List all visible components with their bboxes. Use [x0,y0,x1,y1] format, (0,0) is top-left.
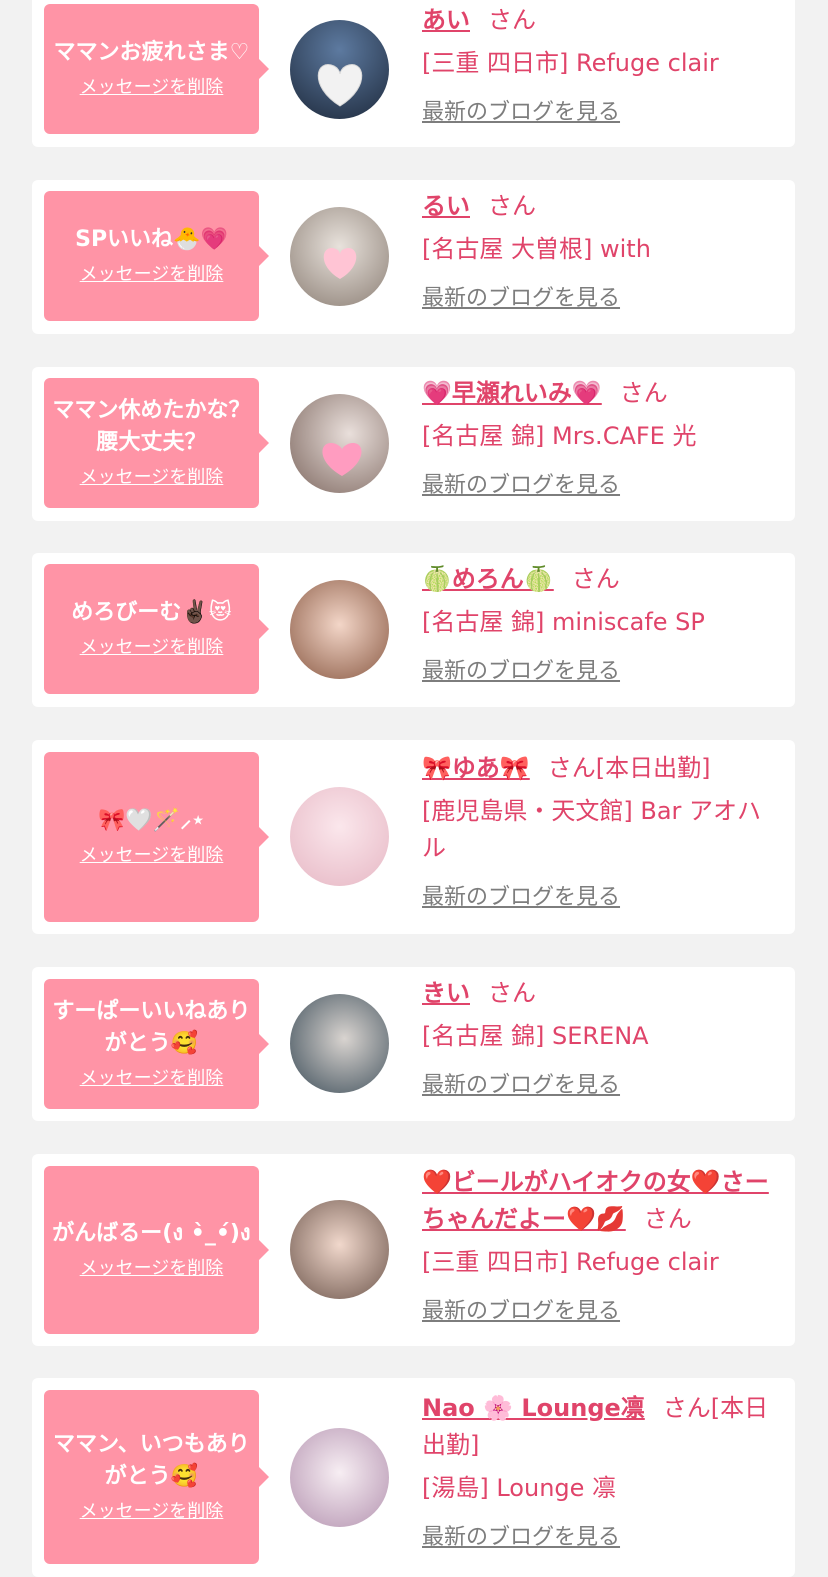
profile-info: Nao 🌸 Lounge凛 さん[本日出勤] [湯島] Lounge 凛 最新のブ… [422,1390,782,1553]
avatar[interactable] [290,787,389,886]
delete-message-link[interactable]: メッセージを削除 [80,1256,224,1282]
shop-name: [湯島] Lounge 凛 [422,1474,617,1502]
delete-message-link[interactable]: メッセージを削除 [80,843,224,869]
shop-name: [三重 四日市] Refuge clair [422,49,719,77]
delete-message-link[interactable]: メッセージを削除 [80,262,224,288]
message-bubble: ママン、いつもありがとう🥰 メッセージを削除 [44,1390,269,1564]
message-bubble: 🎀🤍🪄⸝⋆ メッセージを削除 [44,752,269,922]
profile-info: きい さん [名古屋 錦] SERENA 最新のブログを見る [422,975,782,1101]
message-card: ママン休めたかな？腰大丈夫？ メッセージを削除 💗早瀬れいみ💗 さん [名古屋 錦… [32,367,795,521]
message-card: SPいいね🐣💗 メッセージを削除 るい さん [名古屋 大曽根] with 最新の… [32,180,795,334]
honorific: さん [571,565,620,593]
message-text: SPいいね🐣💗 [75,227,228,252]
message-text: ママン休めたかな？腰大丈夫？ [52,398,251,455]
honorific: さん [488,192,536,220]
message-text: めろびーむ✌🏿😻 [71,600,232,625]
shop-name: [名古屋 大曽根] with [422,235,651,263]
profile-info: ❤️ビールがハイオクの女❤️さーちゃんだよー❤️💋 さん [三重 四日市] Ref… [422,1164,782,1327]
message-text: ママン、いつもありがとう🥰 [53,1432,250,1489]
honorific: さん [488,6,536,34]
avatar[interactable] [290,580,389,679]
delete-message-link[interactable]: メッセージを削除 [80,1499,224,1525]
profile-name-link[interactable]: きい [422,979,470,1007]
profile-name-link[interactable]: 🎀ゆあ🎀 [422,754,530,782]
message-card: めろびーむ✌🏿😻 メッセージを削除 🍈めろん🍈 さん [名古屋 錦] minisc… [32,553,795,707]
profile-name-link[interactable]: Nao 🌸 Lounge凛 [422,1394,645,1422]
message-bubble: ママンお疲れさま♡ メッセージを削除 [44,4,269,134]
profile-name-link[interactable]: 💗早瀬れいみ💗 [422,379,602,407]
message-text: 🎀🤍🪄⸝⋆ [98,808,205,833]
message-card: がんばるー(ง •̀_•́)ง メッセージを削除 ❤️ビールがハイオクの女❤️さ… [32,1154,795,1346]
avatar[interactable] [290,1428,389,1527]
latest-blog-link[interactable]: 最新のブログを見る [422,1071,620,1101]
avatar[interactable] [290,394,389,493]
status-badge: [本日出勤] [595,754,711,782]
heart-sticker-icon [322,442,362,476]
message-card: ママン、いつもありがとう🥰 メッセージを削除 Nao 🌸 Lounge凛 さん[本… [32,1378,795,1577]
message-card: ママンお疲れさま♡ メッセージを削除 あい さん [三重 四日市] Refuge … [32,0,795,147]
honorific: さん [547,754,596,782]
profile-info: 💗早瀬れいみ💗 さん [名古屋 錦] Mrs.CAFE 光 最新のブログを見る [422,375,782,501]
shop-name: [名古屋 錦] miniscafe SP [422,608,705,636]
name-line: 🎀ゆあ🎀 さん[本日出勤] [422,750,782,787]
message-bubble: ママン休めたかな？腰大丈夫？ メッセージを削除 [44,378,269,508]
honorific: さん [662,1394,711,1422]
message-text: ママンお疲れさま♡ [53,40,250,65]
message-bubble: めろびーむ✌🏿😻 メッセージを削除 [44,564,269,694]
delete-message-link[interactable]: メッセージを削除 [80,635,224,661]
shop-name: [名古屋 錦] Mrs.CAFE 光 [422,422,697,450]
honorific: さん [643,1205,692,1233]
avatar[interactable] [290,994,389,1093]
shop-name: [名古屋 錦] SERENA [422,1022,649,1050]
name-line: 💗早瀬れいみ💗 さん [422,375,782,412]
name-line: Nao 🌸 Lounge凛 さん[本日出勤] [422,1390,782,1464]
name-line: るい さん [422,188,782,225]
profile-name-link[interactable]: 🍈めろん🍈 [422,565,554,593]
message-card: 🎀🤍🪄⸝⋆ メッセージを削除 🎀ゆあ🎀 さん[本日出勤] [鹿児島県・天文館] B… [32,740,795,934]
profile-name-link[interactable]: あい [422,6,470,34]
message-bubble: がんばるー(ง •̀_•́)ง メッセージを削除 [44,1166,269,1334]
name-line: 🍈めろん🍈 さん [422,561,782,598]
delete-message-link[interactable]: メッセージを削除 [80,1066,224,1092]
honorific: さん [619,379,668,407]
latest-blog-link[interactable]: 最新のブログを見る [422,284,620,314]
profile-info: あい さん [三重 四日市] Refuge clair 最新のブログを見る [422,2,782,128]
profile-name-link[interactable]: るい [422,192,470,220]
delete-message-link[interactable]: メッセージを削除 [80,465,224,491]
profile-name-link[interactable]: ❤️ビールがハイオクの女❤️さーちゃんだよー❤️💋 [422,1168,769,1233]
name-line: きい さん [422,975,782,1012]
latest-blog-link[interactable]: 最新のブログを見る [422,1297,620,1327]
message-text: がんばるー(ง •̀_•́)ง [52,1221,251,1246]
message-bubble: SPいいね🐣💗 メッセージを削除 [44,191,269,321]
heart-sticker-icon [317,64,363,107]
shop-name: [三重 四日市] Refuge clair [422,1248,719,1276]
name-line: あい さん [422,2,782,39]
latest-blog-link[interactable]: 最新のブログを見る [422,471,620,501]
latest-blog-link[interactable]: 最新のブログを見る [422,98,620,128]
profile-info: 🍈めろん🍈 さん [名古屋 錦] miniscafe SP 最新のブログを見る [422,561,782,687]
profile-info: るい さん [名古屋 大曽根] with 最新のブログを見る [422,188,782,314]
message-card: すーぱーいいねありがとう🥰 メッセージを削除 きい さん [名古屋 錦] SERE… [32,967,795,1121]
profile-info: 🎀ゆあ🎀 さん[本日出勤] [鹿児島県・天文館] Bar アオハル 最新のブログを… [422,750,782,913]
delete-message-link[interactable]: メッセージを削除 [80,75,224,101]
latest-blog-link[interactable]: 最新のブログを見る [422,657,620,687]
name-line: ❤️ビールがハイオクの女❤️さーちゃんだよー❤️💋 さん [422,1164,782,1238]
shop-name: [鹿児島県・天文館] Bar アオハル [422,797,762,862]
message-bubble: すーぱーいいねありがとう🥰 メッセージを削除 [44,979,269,1109]
latest-blog-link[interactable]: 最新のブログを見る [422,883,620,913]
avatar[interactable] [290,207,389,306]
heart-sticker-icon [323,247,357,279]
honorific: さん [488,979,536,1007]
avatar[interactable] [290,1200,389,1299]
avatar[interactable] [290,20,389,119]
latest-blog-link[interactable]: 最新のブログを見る [422,1523,620,1553]
message-text: すーぱーいいねありがとう🥰 [52,999,251,1056]
